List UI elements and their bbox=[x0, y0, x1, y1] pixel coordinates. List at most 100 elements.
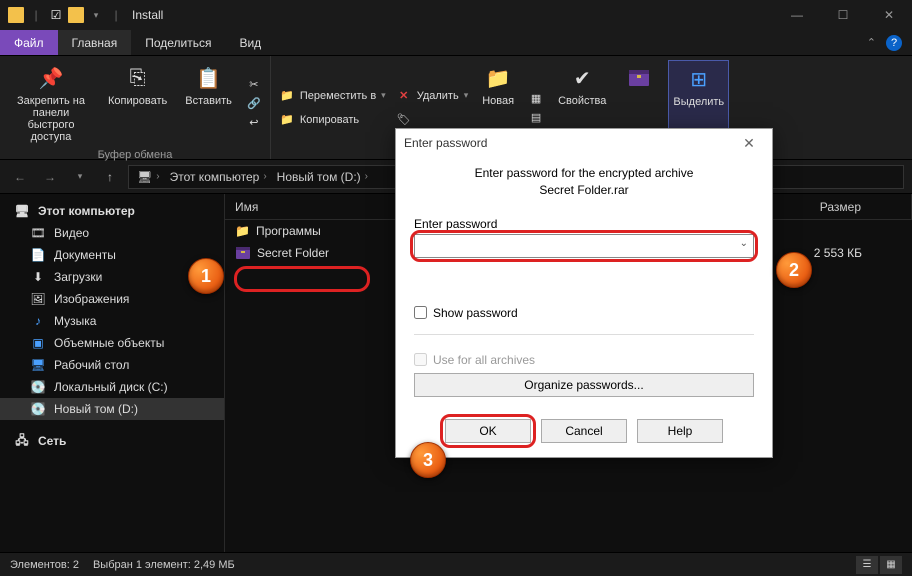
ok-button[interactable]: OK bbox=[445, 419, 531, 443]
breadcrumb-drive[interactable]: Новый том (D:)› bbox=[273, 170, 372, 184]
dialog-titlebar: Enter password ✕ bbox=[396, 129, 772, 157]
sidebar-network[interactable]: 🖧Сеть bbox=[0, 430, 224, 452]
sidebar-desktop[interactable]: 🖥Рабочий стол bbox=[0, 354, 224, 376]
recent-dropdown[interactable]: ▾ bbox=[68, 165, 92, 189]
organize-passwords-button[interactable]: Organize passwords... bbox=[414, 373, 754, 397]
video-icon: 🎞 bbox=[30, 225, 46, 241]
newitem-item[interactable]: ▦ bbox=[528, 90, 544, 106]
view-switcher: ☰ ▦ bbox=[856, 556, 902, 574]
chevron-down-icon: ▾ bbox=[381, 90, 386, 101]
breadcrumb-root[interactable]: 🖥› bbox=[133, 170, 164, 184]
qat: | ☑ ▾ | bbox=[8, 7, 124, 23]
copyto-button[interactable]: 📁Копировать bbox=[279, 112, 386, 128]
password-input[interactable]: ⌄ bbox=[414, 234, 754, 258]
use-all-checkbox: Use for all archives bbox=[414, 353, 754, 367]
clipboard-label: Буфер обмена bbox=[98, 149, 173, 161]
pin-label: Закрепить на панели быстрого доступа bbox=[12, 95, 90, 143]
tab-main[interactable]: Главная bbox=[58, 30, 132, 55]
sidebar-thispc[interactable]: 🖥Этот компьютер bbox=[0, 200, 224, 222]
delete-button[interactable]: ✕Удалить▾ bbox=[396, 88, 469, 104]
qat-divider-2: | bbox=[108, 7, 124, 23]
close-button-window[interactable]: ✕ bbox=[866, 0, 912, 30]
tab-share[interactable]: Поделиться bbox=[131, 30, 225, 55]
minimize-button[interactable]: — bbox=[774, 0, 820, 30]
shortcut-icon: ↩ bbox=[246, 115, 262, 131]
disk-icon-2: 💽 bbox=[30, 401, 46, 417]
paste-label: Вставить bbox=[185, 95, 232, 107]
delete-label: Удалить bbox=[417, 90, 459, 102]
new-label: Новая bbox=[482, 95, 514, 107]
sidebar-pictures[interactable]: 🖼Изображения bbox=[0, 288, 224, 310]
objects3d-icon: ▣ bbox=[30, 335, 46, 351]
pin-button[interactable]: 📌 Закрепить на панели быстрого доступа bbox=[8, 60, 94, 147]
help-button[interactable]: Help bbox=[637, 419, 723, 443]
chevron-down-icon-pw[interactable]: ⌄ bbox=[740, 238, 748, 249]
rename-icon: 🏷 bbox=[396, 112, 412, 128]
rename-button[interactable]: 🏷 bbox=[396, 112, 469, 128]
show-password-input[interactable] bbox=[414, 306, 427, 319]
desktop-icon: 🖥 bbox=[30, 357, 46, 373]
ribbon-expand: ⌃ ? bbox=[867, 30, 912, 55]
path-icon: 🔗 bbox=[246, 96, 262, 112]
sidebar-localdisk[interactable]: 💽Локальный диск (C:) bbox=[0, 376, 224, 398]
status-selected: Выбран 1 элемент: 2,49 МБ bbox=[93, 559, 235, 571]
sidebar-videos[interactable]: 🎞Видео bbox=[0, 222, 224, 244]
delete-icon: ✕ bbox=[396, 88, 412, 104]
status-count: Элементов: 2 bbox=[10, 559, 79, 571]
select-label: Выделить bbox=[673, 96, 724, 108]
up-button[interactable]: ↑ bbox=[98, 165, 122, 189]
copy-button[interactable]: ⎘ Копировать bbox=[104, 60, 171, 147]
back-button[interactable]: ← bbox=[8, 165, 32, 189]
moveto-button[interactable]: 📁 Переместить в ▾ bbox=[279, 88, 386, 104]
copypath-item[interactable]: 🔗 bbox=[246, 96, 262, 112]
qat-dropdown[interactable]: ▾ bbox=[88, 7, 104, 23]
help-icon[interactable]: ? bbox=[886, 35, 902, 51]
statusbar: Элементов: 2 Выбран 1 элемент: 2,49 МБ ☰… bbox=[0, 552, 912, 576]
sidebar: 🖥Этот компьютер 🎞Видео 📄Документы ⬇Загру… bbox=[0, 194, 225, 552]
pictures-icon: 🖼 bbox=[30, 291, 46, 307]
check-icon[interactable]: ☑ bbox=[48, 7, 64, 23]
dialog-title: Enter password bbox=[404, 136, 487, 150]
moveto-icon: 📁 bbox=[279, 88, 295, 104]
newfolder-icon: 📁 bbox=[483, 64, 513, 92]
newitem-icon: ▦ bbox=[528, 90, 544, 106]
copy-label: Копировать bbox=[108, 95, 167, 107]
cancel-button[interactable]: Cancel bbox=[541, 419, 627, 443]
maximize-button[interactable]: ☐ bbox=[820, 0, 866, 30]
props-icon: ✔ bbox=[567, 64, 597, 92]
annotation-marker-1: 1 bbox=[188, 258, 224, 294]
close-button-dialog[interactable]: ✕ bbox=[734, 135, 764, 152]
paste-button[interactable]: 📋 Вставить bbox=[181, 60, 236, 147]
titlebar: | ☑ ▾ | Install — ☐ ✕ bbox=[0, 0, 912, 30]
folder-icon-2 bbox=[68, 7, 84, 23]
folder-icon bbox=[8, 7, 24, 23]
cut-item[interactable]: ✂ bbox=[246, 77, 262, 93]
pc-icon-2: 🖥 bbox=[14, 203, 30, 219]
sidebar-3d[interactable]: ▣Объемные объекты bbox=[0, 332, 224, 354]
breadcrumb-thispc[interactable]: Этот компьютер› bbox=[166, 170, 271, 184]
password-dialog: Enter password ✕ Enter password for the … bbox=[395, 128, 773, 458]
view-icons[interactable]: ▦ bbox=[880, 556, 902, 574]
moveto-label: Переместить в bbox=[300, 90, 376, 102]
view-details[interactable]: ☰ bbox=[856, 556, 878, 574]
documents-icon: 📄 bbox=[30, 247, 46, 263]
annotation-marker-2: 2 bbox=[776, 252, 812, 288]
easyaccess-item[interactable]: ▤ bbox=[528, 109, 544, 125]
sidebar-documents[interactable]: 📄Документы bbox=[0, 244, 224, 266]
easyaccess-icon: ▤ bbox=[528, 109, 544, 125]
select-icon: ⊞ bbox=[684, 65, 714, 93]
disk-icon: 💽 bbox=[30, 379, 46, 395]
tab-view[interactable]: Вид bbox=[225, 30, 275, 55]
ribbon-collapse-icon[interactable]: ⌃ bbox=[867, 36, 876, 49]
sidebar-music[interactable]: ♪Музыка bbox=[0, 310, 224, 332]
show-password-checkbox[interactable]: Show password bbox=[414, 306, 754, 320]
tab-file[interactable]: Файл bbox=[0, 30, 58, 55]
pc-icon: 🖥 bbox=[137, 170, 152, 184]
pasteshortcut-item[interactable]: ↩ bbox=[246, 115, 262, 131]
forward-button[interactable]: → bbox=[38, 165, 62, 189]
use-all-input bbox=[414, 353, 427, 366]
file-name: Программы bbox=[256, 224, 321, 238]
pin-icon: 📌 bbox=[36, 64, 66, 92]
sidebar-newvol[interactable]: 💽Новый том (D:) bbox=[0, 398, 224, 420]
window-title: Install bbox=[132, 8, 163, 22]
